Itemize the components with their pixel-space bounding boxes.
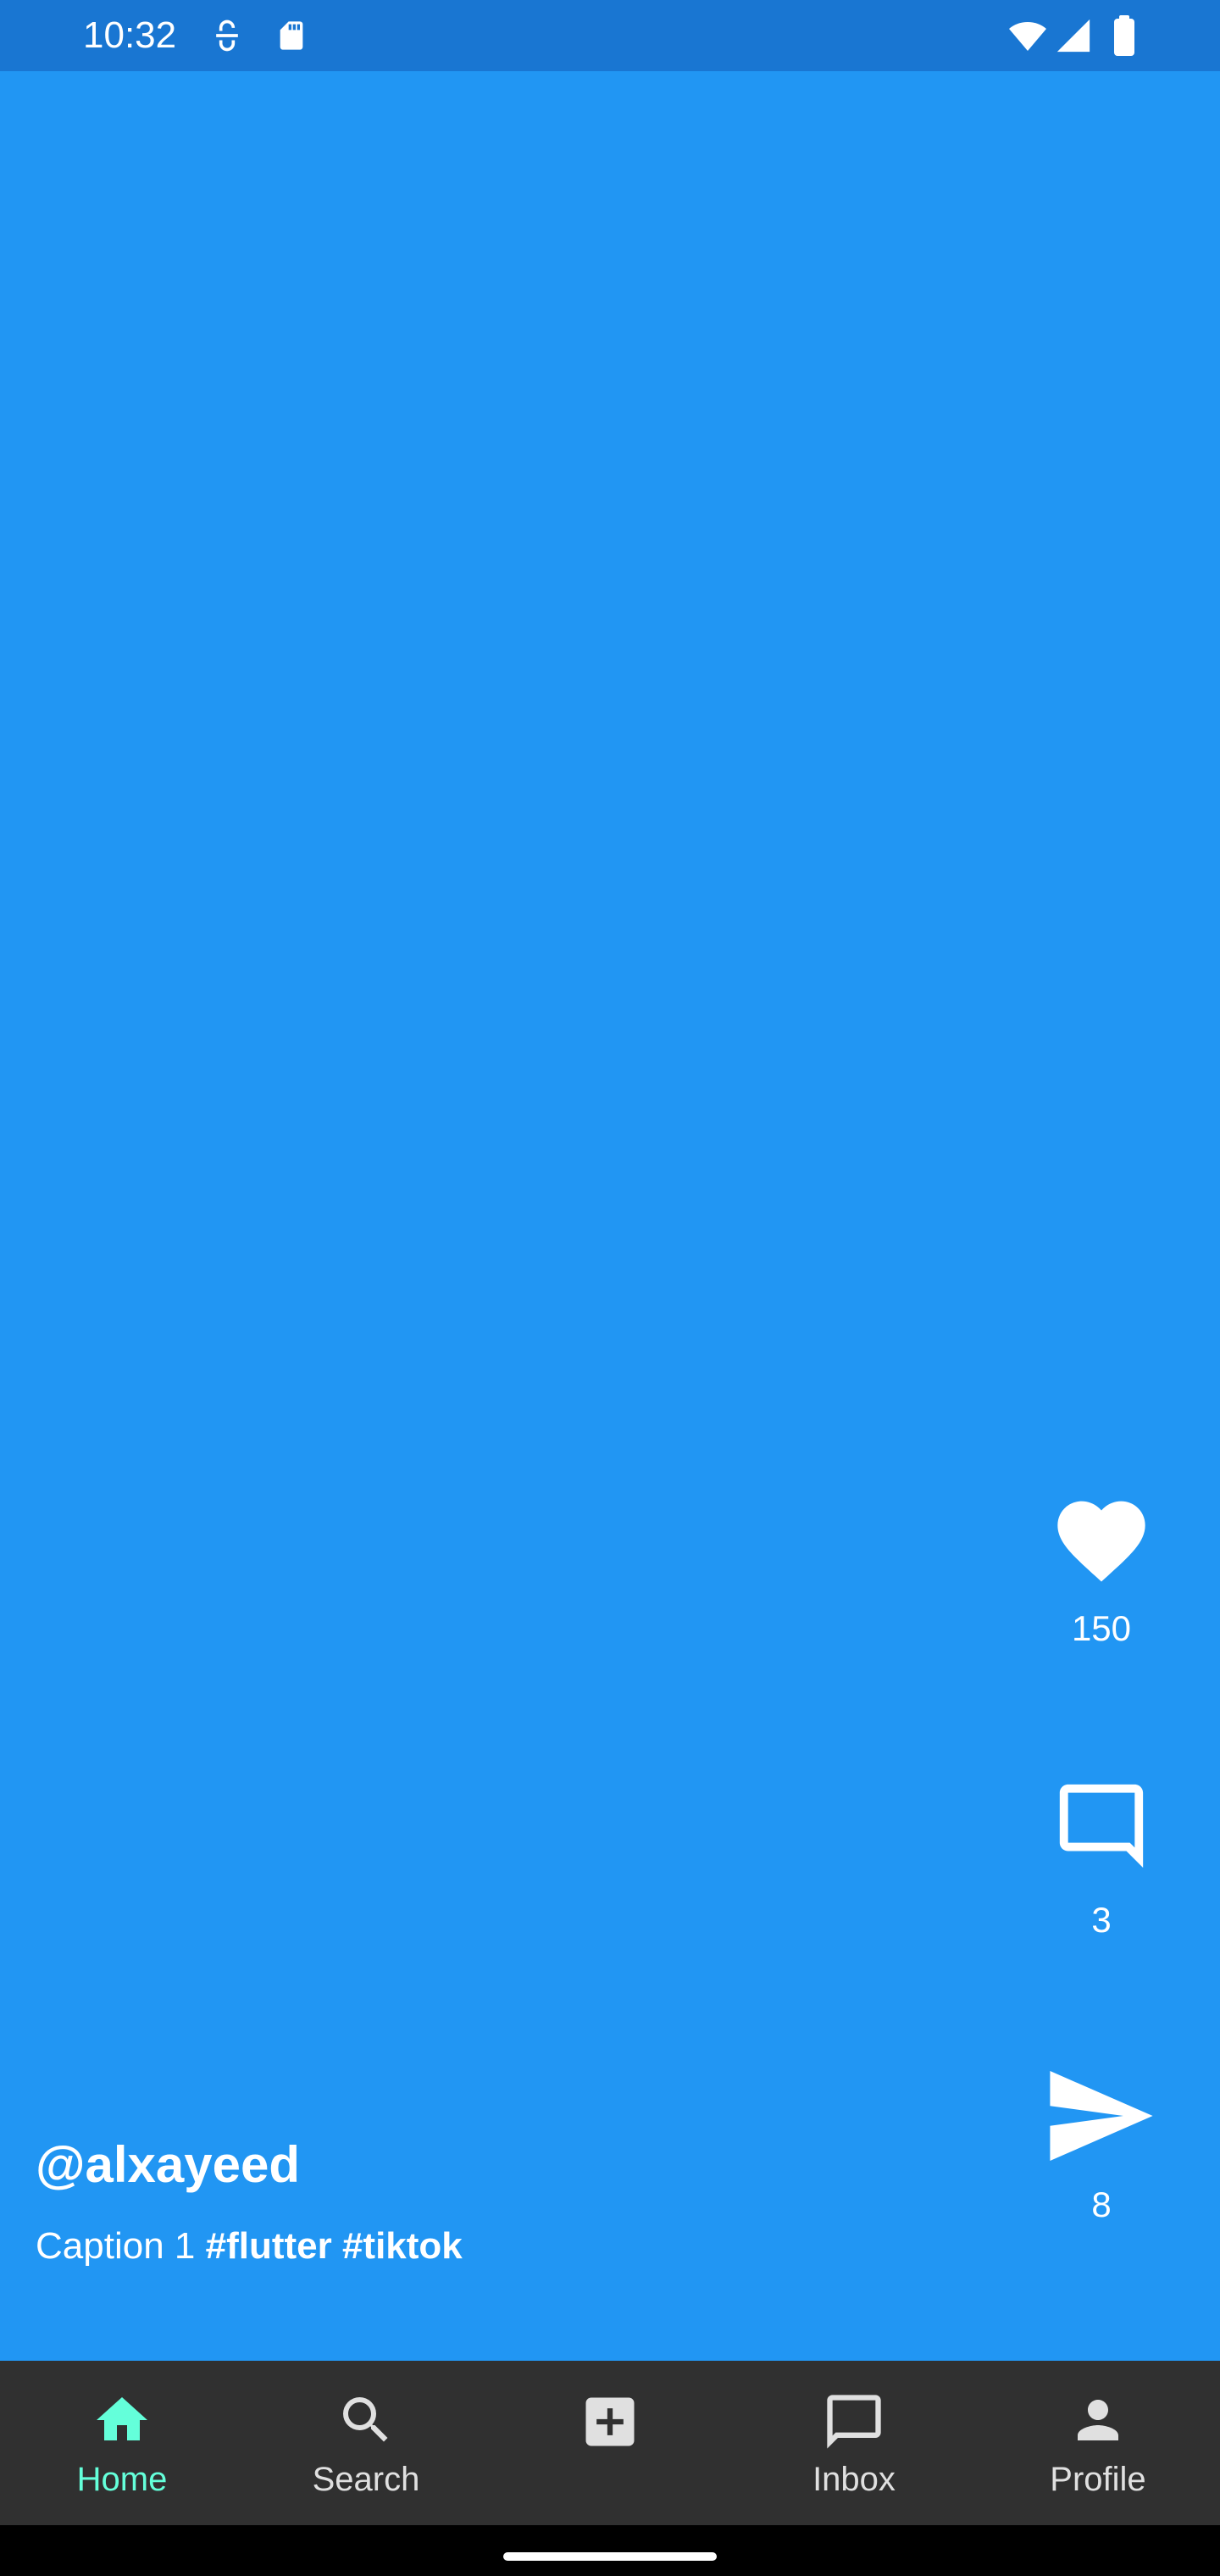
- nav-label: Home: [76, 2461, 168, 2498]
- sd-card-icon: [274, 15, 308, 56]
- nav-item-search[interactable]: Search: [244, 2361, 488, 2525]
- video-player[interactable]: [0, 71, 1220, 2361]
- message-icon: [827, 2395, 881, 2449]
- caption-text: Caption 1: [36, 2225, 196, 2267]
- home-icon: [97, 2397, 147, 2440]
- home-gesture-handle[interactable]: [503, 2552, 717, 2561]
- comment-count: 3: [1091, 1900, 1112, 1940]
- bottom-navigation: Home Search Inbox Profile: [0, 2361, 1220, 2525]
- hashtag[interactable]: #tiktok: [342, 2225, 463, 2267]
- person-icon: [1078, 2400, 1118, 2440]
- nav-item-profile[interactable]: Profile: [976, 2361, 1220, 2525]
- nav-item-home[interactable]: Home: [0, 2361, 244, 2525]
- caption: Caption 1 #flutter #tiktok: [36, 2225, 463, 2268]
- system-navigation-bar: [0, 2525, 1220, 2576]
- hashtag[interactable]: #flutter: [206, 2225, 332, 2267]
- heart-icon: [1057, 1501, 1145, 1582]
- screen: 10:32 150 3 8 @alxayeed Caption 1 #flutt…: [0, 0, 1220, 2576]
- wifi-icon: [1005, 15, 1051, 56]
- battery-icon: [1112, 15, 1137, 56]
- status-bar: 10:32: [0, 0, 1220, 71]
- comment-button[interactable]: 3: [1017, 1776, 1186, 1940]
- nav-label: Search: [312, 2461, 420, 2498]
- nav-item-inbox[interactable]: Inbox: [732, 2361, 976, 2525]
- nav-label: Inbox: [812, 2461, 896, 2498]
- username[interactable]: @alxayeed: [36, 2135, 300, 2194]
- send-icon: [1050, 2071, 1153, 2161]
- signal-icon: [1054, 15, 1093, 56]
- like-button[interactable]: 150: [1017, 1488, 1186, 1649]
- add-box-icon: [585, 2397, 635, 2446]
- status-time: 10:32: [83, 14, 177, 56]
- nav-item-create[interactable]: [488, 2361, 732, 2525]
- nav-label: Profile: [1050, 2461, 1146, 2498]
- sync-icon: [208, 15, 246, 56]
- search-icon: [343, 2397, 388, 2442]
- like-count: 150: [1071, 1608, 1132, 1648]
- share-count: 8: [1091, 2185, 1112, 2224]
- share-button[interactable]: 8: [1017, 2071, 1186, 2225]
- comment-icon: [1059, 1784, 1144, 1868]
